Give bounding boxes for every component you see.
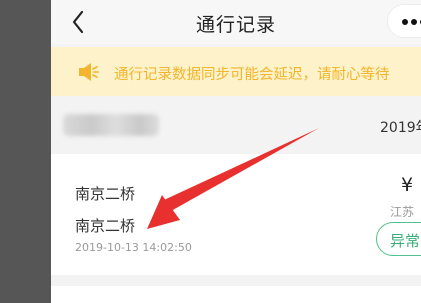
record-date: 2019年	[380, 120, 421, 136]
navigation-bar: 通行记录	[51, 0, 421, 44]
exit-station: 南京二桥	[75, 217, 136, 235]
record-card[interactable]: 南京二桥 南京二桥 2019-10-13 14:02:50 ¥ 江苏 异常	[51, 154, 421, 275]
next-record-card	[51, 286, 421, 303]
notice-text: 通行记录数据同步可能会延迟，请耐心等待	[114, 67, 390, 83]
record-time: 2019-10-13 14:02:50	[75, 241, 192, 254]
left-background-strip	[0, 0, 51, 303]
status-badge[interactable]: 异常	[376, 222, 421, 256]
blurred-plate-number	[63, 114, 159, 136]
entry-station: 南京二桥	[75, 185, 136, 203]
toll-amount: ¥	[401, 174, 414, 196]
page-title: 通行记录	[195, 14, 276, 36]
status-text: 异常	[390, 232, 421, 250]
phone-screen: 通行记录 通行记录数据同步可能会延迟，请耐心等待 2019年 南京二桥 南京二桥…	[51, 0, 421, 303]
speaker-icon	[79, 63, 99, 81]
more-button[interactable]	[387, 4, 421, 38]
province-label: 江苏	[390, 205, 415, 219]
record-group-header: 2019年	[51, 96, 421, 154]
notice-bar: 通行记录数据同步可能会延迟，请耐心等待	[51, 47, 421, 96]
